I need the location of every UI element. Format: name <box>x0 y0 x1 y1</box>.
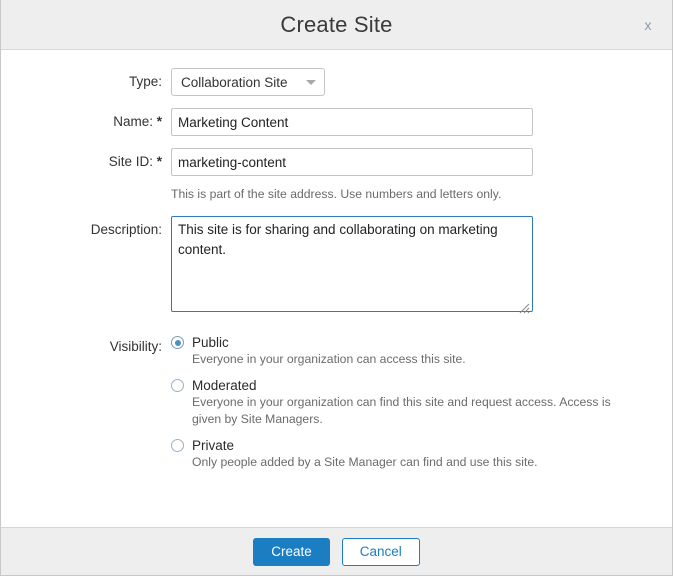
visibility-label: Visibility: <box>109 339 162 355</box>
create-button[interactable]: Create <box>253 537 330 566</box>
description-label: Description: <box>90 222 162 238</box>
visibility-option-public: Public Everyone in your organization can… <box>171 335 672 368</box>
type-field: Collaboration Site <box>171 68 672 96</box>
description-textarea-wrap <box>171 216 533 317</box>
visibility-option-public-head[interactable]: Public <box>171 335 672 350</box>
name-field <box>171 108 672 136</box>
visibility-option-private-description: Only people added by a Site Manager can … <box>192 454 538 469</box>
description-textarea[interactable] <box>171 216 533 313</box>
type-select[interactable]: Collaboration Site <box>171 68 325 96</box>
dialog-body: Type: Collaboration Site Name: * Site ID… <box>1 50 672 527</box>
field-row-name: Name: * <box>1 108 672 136</box>
site-id-field <box>171 148 672 176</box>
field-row-type: Type: Collaboration Site <box>1 68 672 96</box>
type-select-value: Collaboration Site <box>181 74 288 90</box>
radio-private[interactable] <box>171 438 184 452</box>
visibility-options: Public Everyone in your organization can… <box>171 333 672 480</box>
field-row-site-id-hint: This is part of the site address. Use nu… <box>1 182 672 202</box>
visibility-option-public-label: Public <box>192 335 229 351</box>
visibility-option-private-head[interactable]: Private <box>171 438 672 453</box>
cancel-button[interactable]: Cancel <box>341 537 420 566</box>
name-label-text: Name: <box>113 114 153 129</box>
visibility-option-private-label: Private <box>192 437 235 453</box>
field-row-site-id: Site ID: * <box>1 148 672 176</box>
name-input[interactable] <box>171 108 533 136</box>
dialog-footer: Create Cancel <box>1 527 672 575</box>
radio-moderated[interactable] <box>171 379 184 393</box>
dialog-title: Create Site <box>280 11 393 37</box>
site-id-hint-field: This is part of the site address. Use nu… <box>171 182 672 202</box>
visibility-option-moderated-description: Everyone in your organization can find t… <box>192 395 611 427</box>
type-label: Type: <box>128 74 162 89</box>
create-site-dialog: Create Site x Type: Collaboration Site N… <box>0 0 673 576</box>
close-icon[interactable]: x <box>636 13 660 37</box>
site-id-label: Site ID: * <box>1 148 171 176</box>
visibility-option-moderated-head[interactable]: Moderated <box>171 378 672 393</box>
dialog-header: Create Site x <box>1 0 672 50</box>
site-id-required-marker: * <box>156 154 162 169</box>
visibility-option-private: Private Only people added by a Site Mana… <box>171 438 672 471</box>
name-required-marker: * <box>156 114 162 129</box>
field-row-visibility: Visibility: Public Everyone in your orga… <box>1 333 672 480</box>
visibility-option-moderated: Moderated Everyone in your organization … <box>171 378 672 428</box>
visibility-option-moderated-label: Moderated <box>192 378 257 394</box>
site-id-input[interactable] <box>171 148 533 176</box>
radio-public[interactable] <box>171 336 184 350</box>
field-row-description: Description: <box>1 216 672 317</box>
description-field <box>171 216 672 317</box>
site-id-hint: This is part of the site address. Use nu… <box>171 187 502 201</box>
visibility-option-public-description: Everyone in your organization can access… <box>192 352 466 367</box>
name-label: Name: * <box>1 108 171 136</box>
chevron-down-icon <box>305 79 316 85</box>
site-id-label-text: Site ID: <box>108 154 153 169</box>
